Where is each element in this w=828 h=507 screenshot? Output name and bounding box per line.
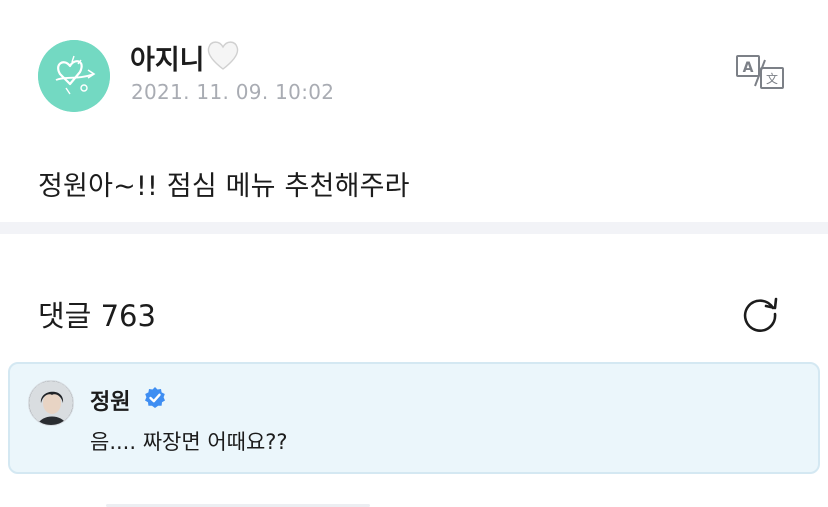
commenter-name[interactable]: 정원 <box>90 384 130 416</box>
translate-icon: A 文 <box>736 55 784 89</box>
avatar-art-icon <box>38 40 110 112</box>
highlighted-comment[interactable]: 정원 음.... 짜장면 어때요?? <box>8 362 820 474</box>
refresh-button[interactable] <box>740 292 780 332</box>
svg-text:文: 文 <box>766 71 778 86</box>
post-header: 아지니 2021. 11. 09. 10:02 A 文 <box>0 0 828 130</box>
avatar-photo-icon <box>29 381 73 425</box>
svg-text:A: A <box>743 60 754 76</box>
translate-button[interactable]: A 文 <box>735 52 785 92</box>
post-body: 정원아~!! 점심 메뉴 추천해주라 <box>38 171 410 202</box>
section-divider <box>0 222 828 234</box>
author-name[interactable]: 아지니 <box>130 38 205 77</box>
author-avatar[interactable] <box>38 40 110 112</box>
post-date: 2021. 11. 09. 10:02 <box>131 80 335 104</box>
refresh-icon <box>743 297 778 332</box>
white-heart-icon <box>206 39 240 71</box>
comments-count-label: 댓글 763 <box>38 299 156 333</box>
comments-header: 댓글 763 <box>0 234 828 354</box>
comment-text: 음.... 짜장면 어때요?? <box>90 430 288 454</box>
verified-badge-icon <box>143 386 167 410</box>
commenter-avatar[interactable] <box>28 380 74 426</box>
